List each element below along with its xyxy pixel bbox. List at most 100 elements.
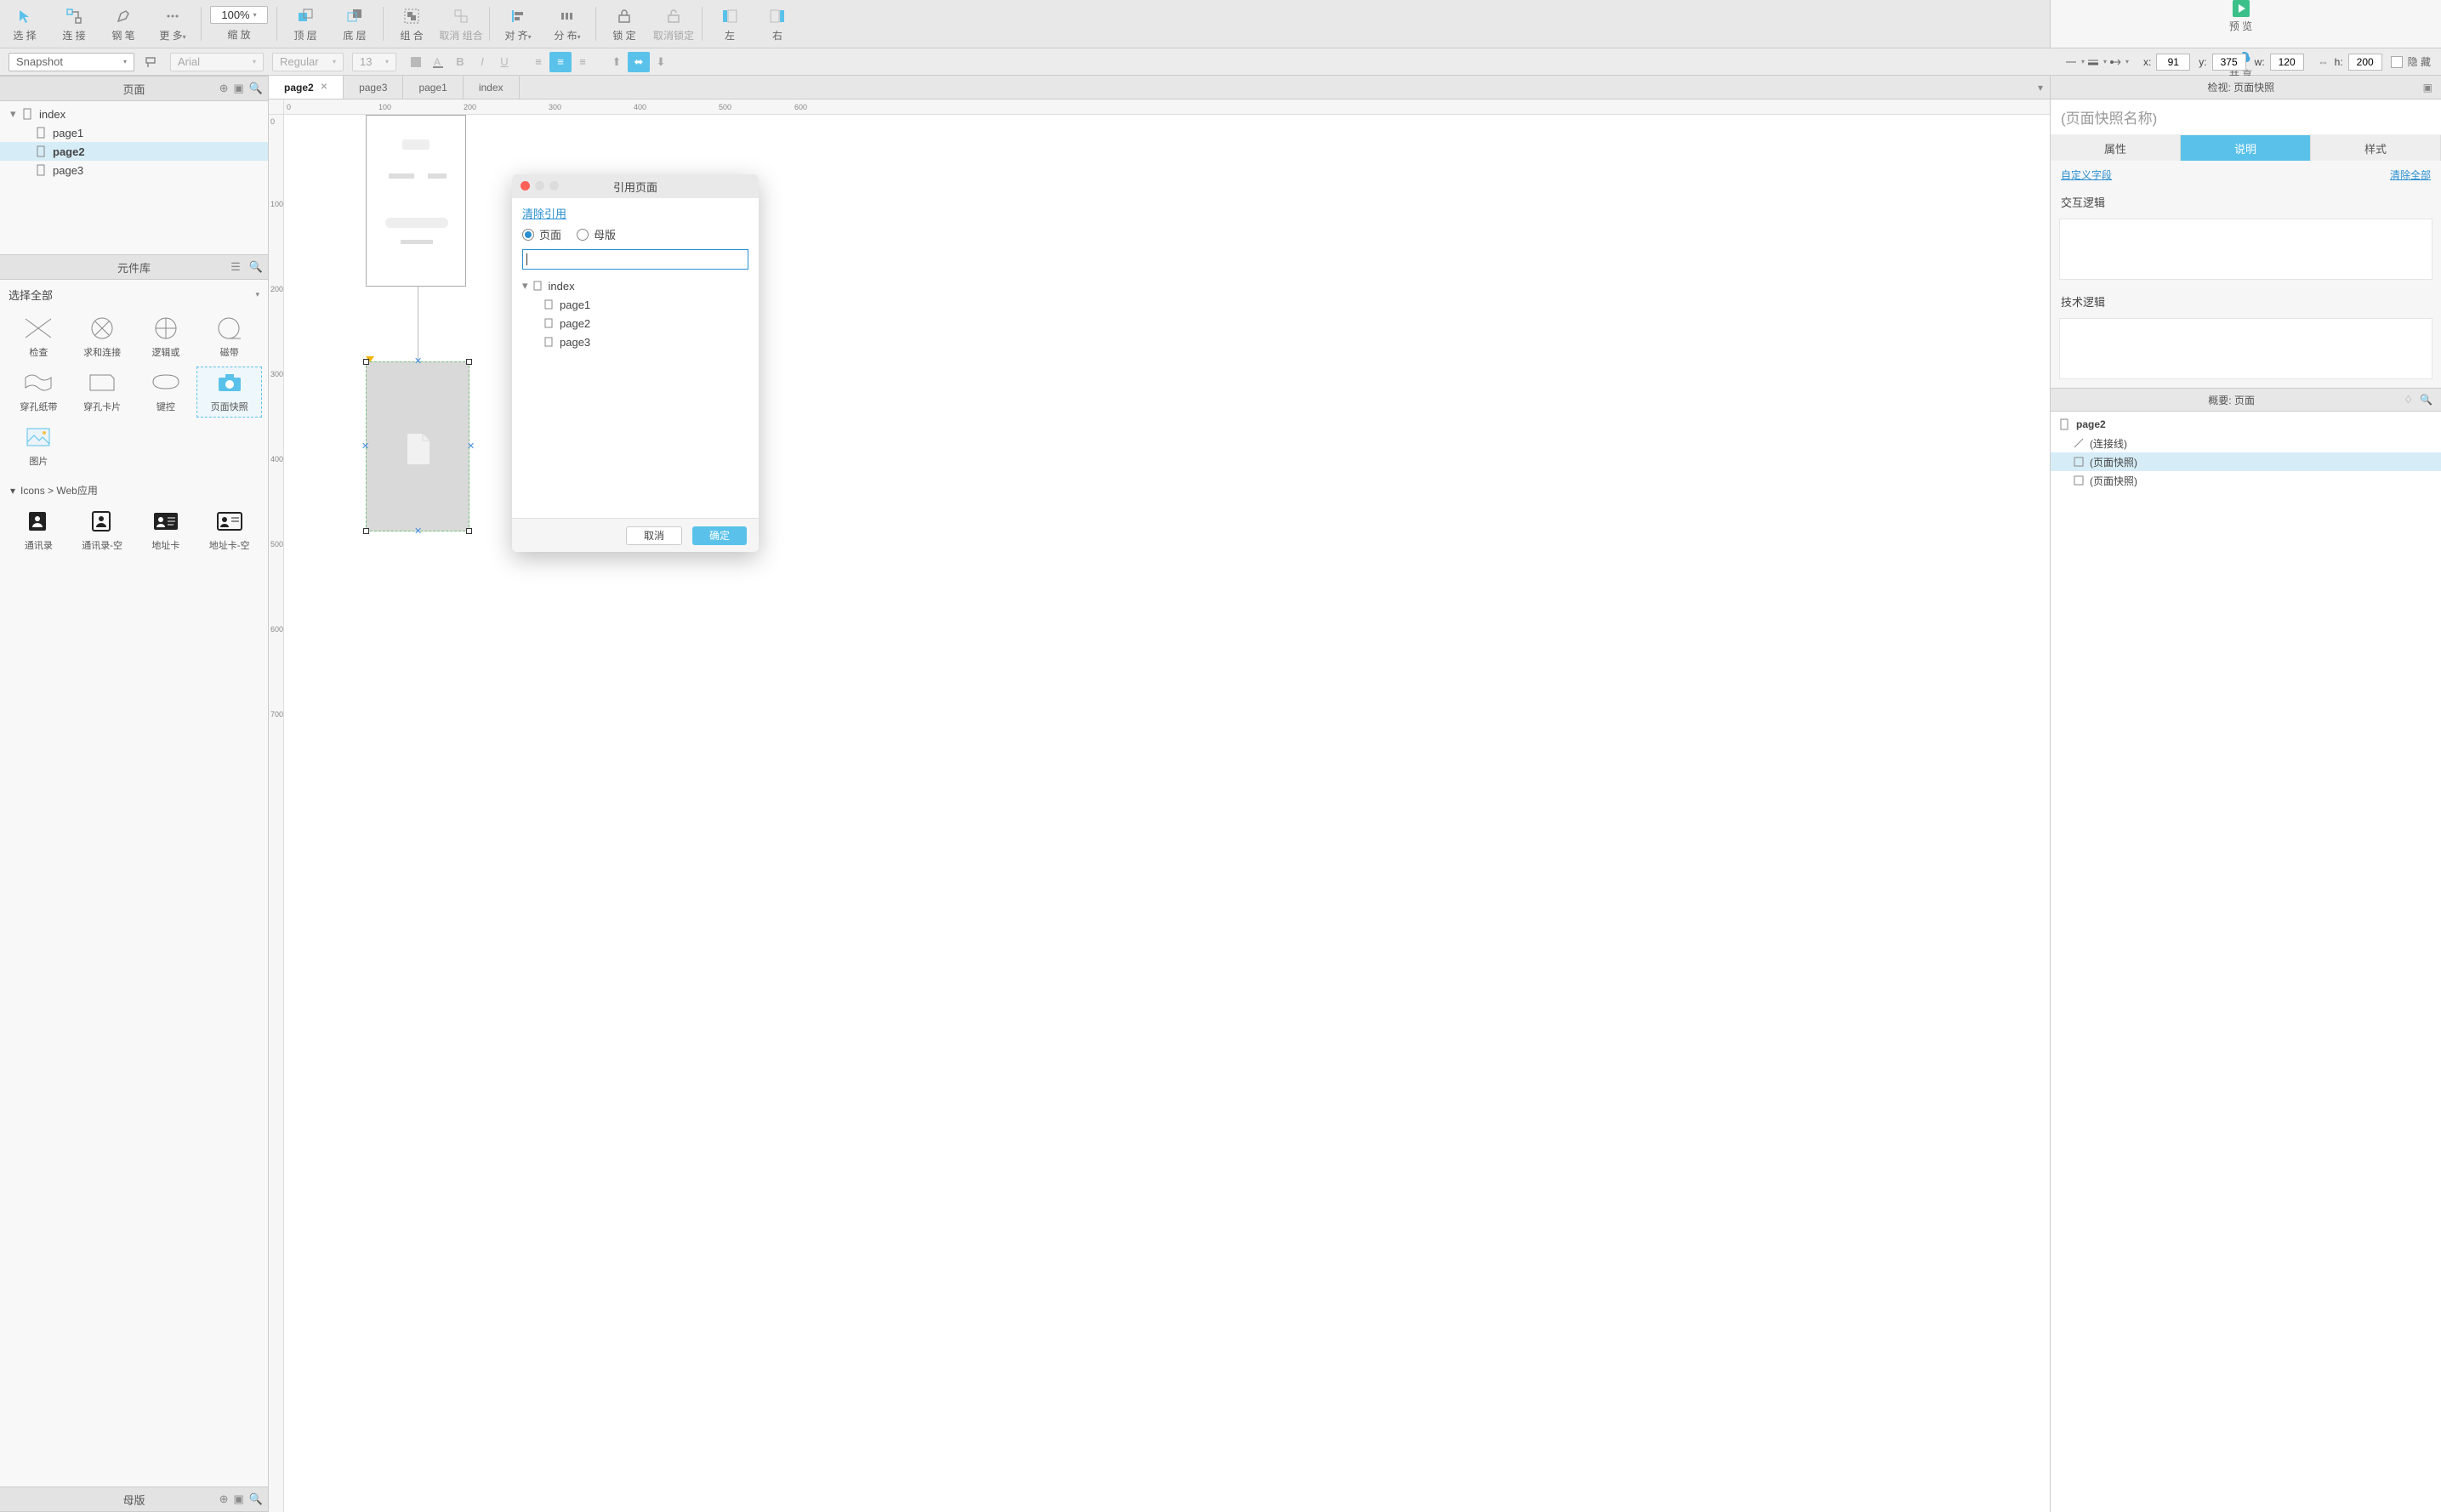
shape-sumconnect[interactable]: 求和连接 (71, 313, 134, 362)
line-style-icon[interactable]: ▾ (2063, 52, 2085, 72)
icon-addrbook-empty[interactable]: 通讯录-空 (71, 506, 134, 555)
unlock-button[interactable]: 取消锁定 (649, 0, 698, 48)
fontsize-select[interactable]: 13▾ (352, 53, 396, 71)
ungroup-button[interactable]: 取消 组合 (436, 0, 486, 48)
shape-punchtape[interactable]: 穿孔纸带 (7, 367, 71, 417)
add-page-icon[interactable]: ⊕ (219, 82, 229, 95)
italic-icon[interactable]: I (471, 52, 493, 72)
dialog-titlebar[interactable]: 引用页面 (512, 174, 759, 198)
library-select[interactable]: 选择全部▾ (0, 280, 268, 310)
distribute-button[interactable]: 分 布▾ (543, 0, 592, 48)
tab-page3[interactable]: page3 (344, 76, 403, 99)
tech-box[interactable] (2059, 318, 2432, 379)
search-masters-icon[interactable]: 🔍 (249, 1492, 263, 1506)
align-right-icon[interactable]: ≡ (572, 52, 594, 72)
outline-item-connector[interactable]: (连接线) (2051, 434, 2441, 452)
align-center-icon[interactable]: ≡ (549, 52, 572, 72)
more-tool[interactable]: 更 多▾ (148, 0, 197, 48)
bring-front-button[interactable]: 顶 层 (281, 0, 330, 48)
style-select[interactable]: Snapshot▾ (9, 53, 134, 71)
snapshot-widget-selected[interactable]: ✕ ✕ ✕ ✕ (366, 361, 469, 531)
widget-name-field[interactable]: (页面快照名称) (2051, 99, 2441, 135)
outline-root[interactable]: page2 (2051, 415, 2441, 434)
interaction-box[interactable] (2059, 219, 2432, 280)
tab-notes[interactable]: 说明 (2181, 135, 2311, 161)
dlg-tree-root[interactable]: ▾index (522, 276, 748, 295)
apply-style-icon[interactable] (139, 52, 162, 72)
tree-item-page2[interactable]: page2 (0, 142, 268, 161)
search-pages-icon[interactable]: 🔍 (249, 82, 263, 95)
inspector-expand-icon[interactable]: ▣ (2423, 82, 2432, 94)
dlg-tree-page1[interactable]: page1 (522, 295, 748, 314)
tab-index[interactable]: index (464, 76, 520, 99)
dialog-search-input[interactable] (522, 249, 748, 270)
bold-icon[interactable]: B (449, 52, 471, 72)
add-master-icon[interactable]: ⊕ (219, 1492, 229, 1506)
tab-page2[interactable]: page2✕ (269, 76, 344, 99)
add-folder-icon[interactable]: ▣ (234, 82, 244, 95)
close-tab-icon[interactable]: ✕ (321, 82, 327, 92)
send-back-button[interactable]: 底 层 (330, 0, 379, 48)
radio-page[interactable]: 页面 (522, 226, 561, 242)
dock-left-button[interactable]: 左 (706, 0, 754, 48)
icon-addrcard[interactable]: 地址卡 (134, 506, 198, 555)
valign-mid-icon[interactable]: ⬌ (628, 52, 650, 72)
dock-right-button[interactable]: 右 (754, 0, 801, 48)
align-left-icon[interactable]: ≡ (527, 52, 549, 72)
lock-button[interactable]: 锁 定 (600, 0, 649, 48)
select-tool[interactable]: 选 择 (0, 0, 49, 48)
h-input[interactable] (2348, 54, 2382, 71)
ok-button[interactable]: 确定 (692, 526, 747, 545)
tab-page1[interactable]: page1 (403, 76, 463, 99)
underline-icon[interactable]: U (493, 52, 515, 72)
y-input[interactable] (2212, 54, 2246, 71)
preview-button[interactable]: 预 览 (2229, 0, 2252, 33)
outline-search-icon[interactable]: 🔍 (2420, 394, 2432, 406)
text-color-icon[interactable]: A (427, 52, 449, 72)
shape-keying[interactable]: 键控 (134, 367, 198, 417)
tab-properties[interactable]: 属性 (2051, 135, 2181, 161)
tab-style[interactable]: 样式 (2311, 135, 2441, 161)
cancel-button[interactable]: 取消 (626, 526, 682, 545)
tree-root[interactable]: ▾index (0, 105, 268, 123)
add-master-folder-icon[interactable]: ▣ (234, 1492, 244, 1506)
outline-filter-icon[interactable]: ♢ (2404, 394, 2413, 406)
line-weight-icon[interactable]: ▾ (2085, 52, 2108, 72)
clear-reference-link[interactable]: 清除引用 (522, 205, 748, 221)
snapshot-widget-top[interactable] (366, 115, 466, 287)
lib-menu-icon[interactable]: ☰ (230, 260, 241, 274)
icon-addrcard-empty[interactable]: 地址卡-空 (197, 506, 261, 555)
dlg-tree-page3[interactable]: page3 (522, 333, 748, 351)
zoom-control[interactable]: 100%▾ 缩 放 (205, 0, 273, 48)
pen-tool[interactable]: 钢 笔 (99, 0, 148, 48)
shape-tape[interactable]: 磁带 (197, 313, 261, 362)
shape-punchcard[interactable]: 穿孔卡片 (71, 367, 134, 417)
shape-logicor[interactable]: 逻辑或 (134, 313, 198, 362)
library-category[interactable]: ▾Icons > Web应用 (0, 478, 268, 503)
dlg-tree-page2[interactable]: page2 (522, 314, 748, 333)
clear-all-link[interactable]: 清除全部 (2390, 168, 2431, 182)
outline-item-snapshot2[interactable]: (页面快照) (2051, 471, 2441, 490)
group-button[interactable]: 组 合 (387, 0, 436, 48)
align-button[interactable]: 对 齐▾ (493, 0, 543, 48)
x-input[interactable] (2156, 54, 2190, 71)
custom-fields-link[interactable]: 自定义字段 (2061, 168, 2112, 182)
valign-bot-icon[interactable]: ⬇ (650, 52, 672, 72)
connect-tool[interactable]: 连 接 (49, 0, 99, 48)
tree-item-page1[interactable]: page1 (0, 123, 268, 142)
lib-search-icon[interactable]: 🔍 (249, 260, 263, 274)
shape-check[interactable]: 检查 (7, 313, 71, 362)
icon-addrbook[interactable]: 通讯录 (7, 506, 71, 555)
valign-top-icon[interactable]: ⬆ (606, 52, 628, 72)
font-select[interactable]: Arial▾ (170, 53, 264, 71)
shape-snapshot[interactable]: 页面快照 (197, 367, 261, 417)
outline-item-snapshot1[interactable]: (页面快照) (2051, 452, 2441, 471)
hide-checkbox[interactable]: 隐 藏 (2391, 54, 2431, 69)
lock-ratio-icon[interactable]: ⇔ (2313, 52, 2335, 72)
fill-color-icon[interactable] (405, 52, 427, 72)
radio-master[interactable]: 母版 (577, 226, 616, 242)
w-input[interactable] (2270, 54, 2304, 71)
weight-select[interactable]: Regular▾ (272, 53, 344, 71)
tree-item-page3[interactable]: page3 (0, 161, 268, 179)
arrow-style-icon[interactable]: ▾ (2108, 52, 2130, 72)
